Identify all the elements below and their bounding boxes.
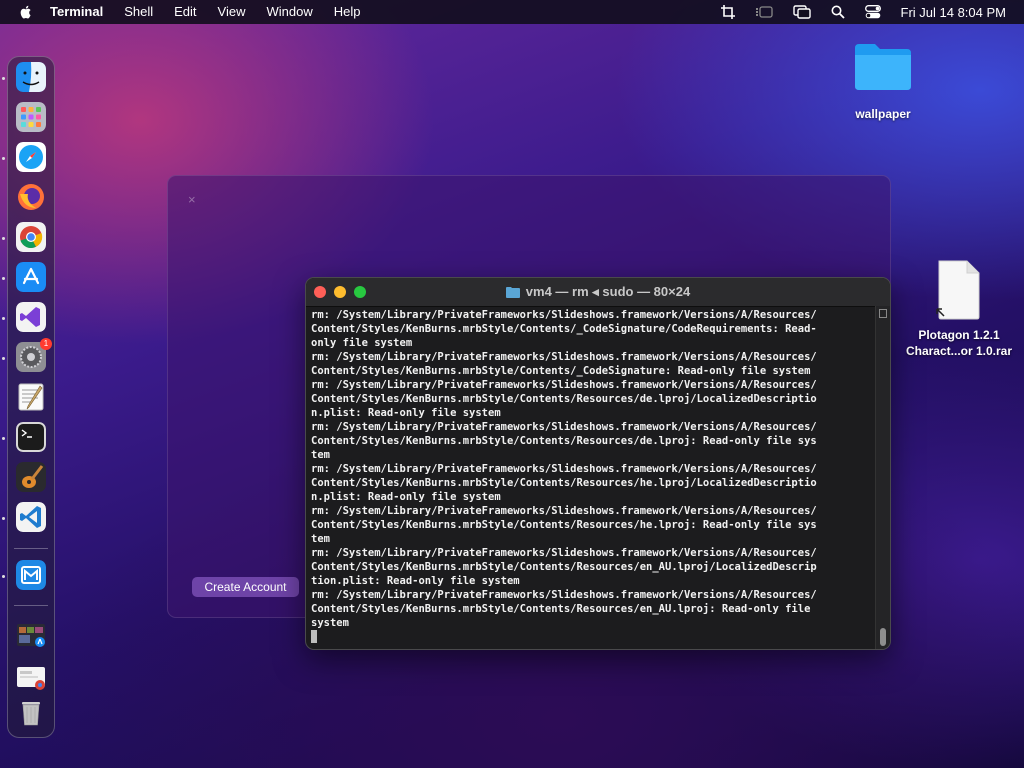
- terminal-line: tem: [311, 533, 330, 545]
- terminal-line: Content/Styles/KenBurns.mrbStyle/Content…: [311, 561, 817, 573]
- terminal-window[interactable]: vm4 — rm ◂ sudo — 80×24 rm: /System/Libr…: [305, 277, 891, 650]
- create-account-button[interactable]: Create Account: [192, 577, 299, 597]
- menu-clock[interactable]: Fri Jul 14 8:04 PM: [901, 5, 1007, 20]
- document-file-icon: [936, 260, 980, 320]
- menu-shell[interactable]: Shell: [124, 0, 153, 24]
- running-indicator: [2, 157, 5, 160]
- maxthon-icon[interactable]: [16, 560, 46, 590]
- terminal-line: rm: /System/Library/PrivateFrameworks/Sl…: [311, 421, 817, 433]
- launchpad-icon[interactable]: [16, 102, 46, 132]
- menu-help[interactable]: Help: [334, 0, 361, 24]
- stage-manager-icon[interactable]: [755, 5, 773, 19]
- menu-extras: Fri Jul 14 8:04 PM: [720, 0, 1007, 24]
- terminal-line: system: [311, 617, 349, 629]
- terminal-line: rm: /System/Library/PrivateFrameworks/Sl…: [311, 379, 817, 391]
- terminal-line: rm: /System/Library/PrivateFrameworks/Sl…: [311, 547, 817, 559]
- terminal-line: n.plist: Read-only file system: [311, 491, 501, 503]
- terminal-title: vm4 — rm ◂ sudo — 80×24: [306, 278, 890, 306]
- terminal-line: rm: /System/Library/PrivateFrameworks/Sl…: [311, 589, 817, 601]
- terminal-cursor: [311, 630, 317, 643]
- control-center-icon[interactable]: [864, 5, 881, 19]
- running-indicator: [2, 437, 5, 440]
- terminal-line: only file system: [311, 337, 413, 349]
- close-window-button[interactable]: [314, 286, 326, 298]
- terminal-icon[interactable]: [16, 422, 46, 452]
- apple-menu-icon[interactable]: [18, 4, 34, 20]
- screenshot-app-icon[interactable]: [16, 620, 46, 650]
- terminal-titlebar[interactable]: vm4 — rm ◂ sudo — 80×24: [306, 278, 890, 307]
- minimize-window-button[interactable]: [334, 286, 346, 298]
- terminal-line: rm: /System/Library/PrivateFrameworks/Sl…: [311, 309, 817, 321]
- textedit-icon[interactable]: [16, 382, 46, 412]
- scrollbar-thumb[interactable]: [880, 628, 886, 646]
- running-indicator: [2, 317, 5, 320]
- terminal-title-text: vm4 — rm ◂ sudo — 80×24: [525, 284, 691, 299]
- terminal-line: tion.plist: Read-only file system: [311, 575, 520, 587]
- terminal-line: rm: /System/Library/PrivateFrameworks/Sl…: [311, 463, 817, 475]
- safari-icon[interactable]: [16, 142, 46, 172]
- menu-window[interactable]: Window: [267, 0, 313, 24]
- desktop-file-plotagon-rar[interactable]: Plotagon 1.2.1 Charact...or 1.0.rar: [898, 259, 1020, 359]
- menu-view[interactable]: View: [218, 0, 246, 24]
- scroll-up-icon[interactable]: [879, 309, 887, 318]
- terminal-line: tem: [311, 449, 330, 461]
- terminal-line: rm: /System/Library/PrivateFrameworks/Sl…: [311, 505, 817, 517]
- menu-bar: Terminal Shell Edit View Window Help Fri…: [0, 0, 1024, 24]
- terminal-line: Content/Styles/KenBurns.mrbStyle/Content…: [311, 365, 811, 377]
- terminal-line: Content/Styles/KenBurns.mrbStyle/Content…: [311, 477, 817, 489]
- terminal-line: Content/Styles/KenBurns.mrbStyle/Content…: [311, 603, 811, 615]
- menu-edit[interactable]: Edit: [174, 0, 196, 24]
- screen-mirroring-icon[interactable]: [792, 5, 811, 19]
- running-indicator: [2, 77, 5, 80]
- garageband-icon[interactable]: [16, 462, 46, 492]
- terminal-line: Content/Styles/KenBurns.mrbStyle/Content…: [311, 519, 817, 531]
- system-settings-icon[interactable]: 1: [16, 338, 52, 372]
- firefox-icon[interactable]: [16, 182, 46, 212]
- terminal-line: rm: /System/Library/PrivateFrameworks/Sl…: [311, 351, 817, 363]
- running-indicator: [2, 357, 5, 360]
- close-icon[interactable]: ×: [188, 192, 196, 207]
- chrome-icon[interactable]: [16, 222, 46, 252]
- desktop-file-label-line2: Charact...or 1.0.rar: [905, 344, 1013, 358]
- running-indicator: [2, 517, 5, 520]
- spotlight-search-icon[interactable]: [831, 5, 845, 19]
- running-indicator: [2, 575, 5, 578]
- menu-app-terminal[interactable]: Terminal: [50, 0, 103, 24]
- running-indicator: [2, 237, 5, 240]
- terminal-line: n.plist: Read-only file system: [311, 407, 501, 419]
- dock: 1: [2, 56, 55, 738]
- folder-icon: [505, 287, 520, 298]
- notification-badge: 1: [40, 338, 52, 350]
- finder-icon[interactable]: [16, 62, 46, 92]
- app-store-icon[interactable]: [16, 262, 46, 292]
- terminal-line: Content/Styles/KenBurns.mrbStyle/Content…: [311, 435, 817, 447]
- zoom-window-button[interactable]: [354, 286, 366, 298]
- terminal-scrollbar[interactable]: [875, 306, 890, 649]
- terminal-line: Content/Styles/KenBurns.mrbStyle/Content…: [311, 393, 817, 405]
- folder-icon: [855, 44, 911, 90]
- desktop-folder-wallpaper[interactable]: wallpaper: [838, 40, 928, 122]
- terminal-output[interactable]: rm: /System/Library/PrivateFrameworks/Sl…: [311, 308, 874, 648]
- visual-studio-icon[interactable]: [16, 302, 46, 332]
- trash-icon[interactable]: [16, 697, 46, 727]
- running-indicator: [2, 277, 5, 280]
- terminal-line: Content/Styles/KenBurns.mrbStyle/Content…: [311, 323, 817, 335]
- desktop-folder-label: wallpaper: [855, 107, 911, 121]
- dock-separator: [14, 548, 48, 549]
- desktop-file-label-line1: Plotagon 1.2.1: [918, 328, 1000, 342]
- crop-icon[interactable]: [720, 5, 735, 19]
- dock-separator: [14, 605, 48, 606]
- vscode-icon[interactable]: [16, 502, 46, 532]
- downloads-stack-icon[interactable]: [16, 661, 46, 691]
